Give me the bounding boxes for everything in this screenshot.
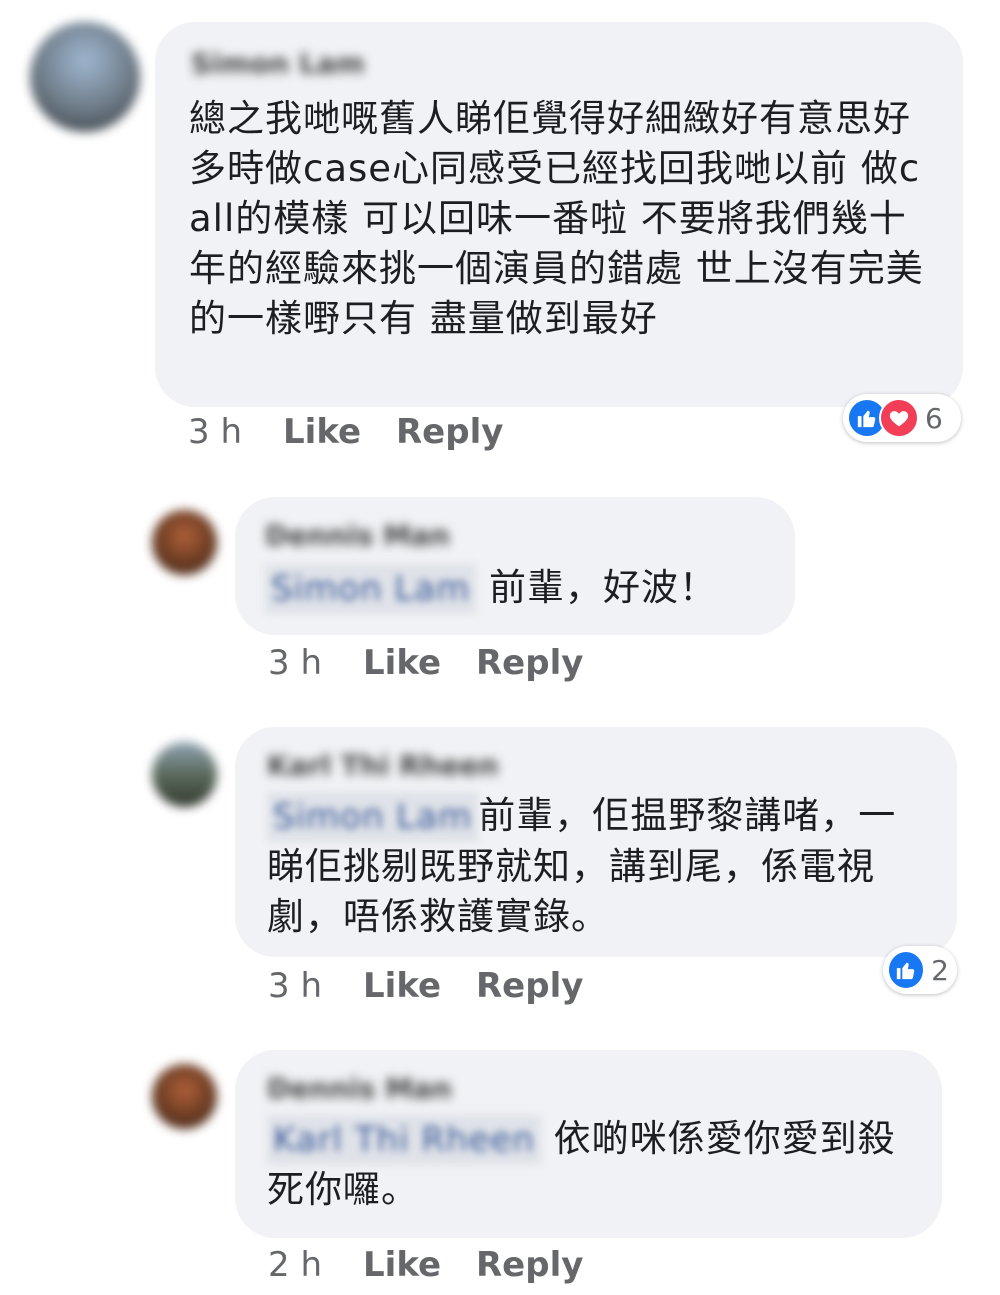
comment-timestamp[interactable]: 3 h — [188, 412, 242, 452]
comment-author[interactable]: Simon Lam — [191, 44, 365, 84]
reaction-summary[interactable]: 2 — [883, 946, 957, 994]
reply-button[interactable]: Reply — [476, 643, 583, 683]
comment-bubble: Simon Lam 總之我哋嘅舊人睇佢覺得好細緻好有意思好多時做case心同感受… — [155, 22, 963, 407]
comment-bubble: Karl Thi Rheen Simon Lam 前輩，佢揾野黎講啫，一睇佢挑剔既… — [235, 727, 957, 957]
reaction-summary[interactable]: 6 — [843, 394, 961, 442]
comment-author[interactable]: Dennis Man — [265, 517, 450, 555]
reply-button[interactable]: Reply — [476, 1245, 583, 1285]
avatar[interactable] — [30, 22, 140, 132]
comment-text-block: Simon Lam 前輩，佢揾野黎講啫，一睇佢挑剔既野就知，講到尾，係電視劇，唔係… — [267, 791, 927, 942]
comment-actions: 3 h Like Reply — [268, 966, 668, 1010]
comment-actions: 2 h Like Reply — [268, 1245, 668, 1289]
comment-text: 前輩，好波！ — [488, 566, 717, 609]
avatar[interactable] — [152, 1064, 217, 1129]
comment-text: 總之我哋嘅舊人睇佢覺得好細緻好有意思好多時做case心同感受已經找回我哋以前 做… — [189, 97, 924, 340]
love-reaction-icon — [879, 398, 919, 438]
comment-text-line: Simon Lam 前輩，好波！ — [265, 563, 765, 614]
reply-button[interactable]: Reply — [396, 412, 503, 452]
like-button[interactable]: Like — [363, 966, 441, 1006]
avatar[interactable] — [152, 742, 217, 807]
comment-timestamp[interactable]: 3 h — [268, 966, 322, 1006]
comment-text-block: Karl Thi Rheen 依啲咪係愛你愛到殺死你囉。 — [267, 1114, 912, 1215]
comment-bubble: Dennis Man Simon Lam 前輩，好波！ — [235, 497, 795, 635]
comment-bubble: Dennis Man Karl Thi Rheen 依啲咪係愛你愛到殺死你囉。 — [235, 1050, 942, 1238]
like-button[interactable]: Like — [363, 1245, 441, 1285]
comment-actions: 3 h Like Reply — [188, 412, 588, 456]
avatar[interactable] — [152, 510, 217, 575]
reaction-count: 6 — [925, 401, 943, 435]
like-reaction-icon — [887, 950, 926, 990]
mention-tag[interactable]: Simon Lam — [267, 792, 479, 842]
reply-button[interactable]: Reply — [476, 966, 583, 1006]
mention-tag[interactable]: Karl Thi Rheen — [267, 1115, 541, 1165]
mention-tag[interactable]: Simon Lam — [265, 564, 477, 614]
comment-timestamp[interactable]: 2 h — [268, 1245, 322, 1285]
reaction-count: 2 — [931, 953, 949, 987]
like-button[interactable]: Like — [283, 412, 361, 452]
comment-author[interactable]: Karl Thi Rheen — [267, 747, 499, 785]
comment-author[interactable]: Dennis Man — [267, 1070, 452, 1108]
comment-timestamp[interactable]: 3 h — [268, 643, 322, 683]
comment-actions: 3 h Like Reply — [268, 643, 668, 687]
like-button[interactable]: Like — [363, 643, 441, 683]
